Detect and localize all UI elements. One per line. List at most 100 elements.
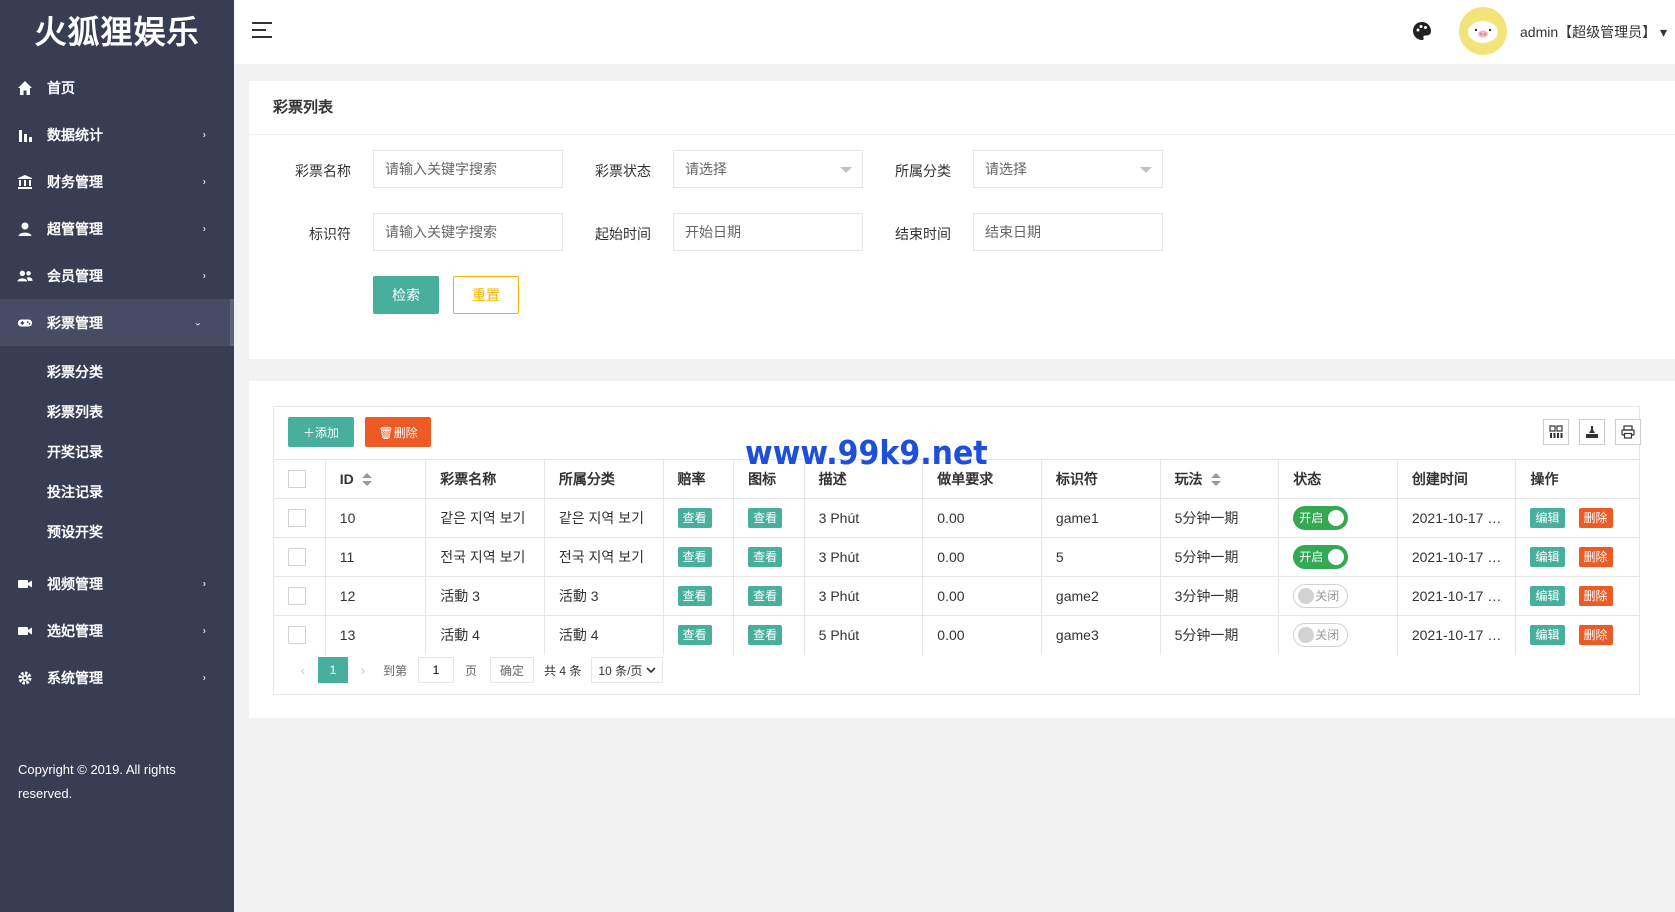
row-select-cell [274,498,326,538]
row-checkbox[interactable] [288,587,306,606]
sort-icon[interactable] [361,473,372,487]
cell-id: 12 [324,576,426,616]
next-page-icon[interactable]: › [348,662,378,678]
sidebar-item-label: 彩票管理 [47,314,103,331]
delete-button[interactable]: 删除 [1578,508,1613,528]
view-odds-button[interactable]: 查看 [677,625,712,646]
cell-identifier: 5 [1040,537,1161,577]
avatar[interactable] [1459,7,1507,55]
sidebar-item-statistics[interactable]: 数据统计 › [0,111,234,158]
column-header-identifier: 标识符 [1040,459,1161,499]
sidebar-item-lottery[interactable]: 彩票管理 ⌄ [0,299,234,346]
table-panel: ＋添加 🗑删除 ID 彩票名称 所属分类 赔率 图标 描述 做单要求 标识符 玩… [249,381,1675,718]
status-toggle[interactable]: 开启 [1293,545,1349,569]
end-date-input[interactable] [973,213,1163,251]
delete-button[interactable]: 删除 [1578,625,1613,646]
sidebar-item-admins[interactable]: 超管管理 › [0,205,234,252]
row-select-cell [274,537,326,577]
submenu-lottery-list[interactable]: 彩票列表 [0,392,234,432]
caret-down-icon [1140,167,1152,173]
palette-icon[interactable] [1411,20,1433,42]
cell-name: 活動 3 [425,576,545,616]
cell-status: 关闭 [1278,576,1398,616]
status-toggle[interactable]: 关闭 [1293,584,1349,608]
columns-filter-icon[interactable] [1543,419,1569,445]
edit-button[interactable]: 编辑 [1530,547,1565,567]
sidebar-item-finance[interactable]: 财务管理 › [0,158,234,205]
submenu-lottery-category[interactable]: 彩票分类 [0,352,234,392]
column-header-play[interactable]: 玩法 [1159,459,1279,499]
view-icon-button[interactable]: 查看 [748,547,783,567]
view-odds-button[interactable]: 查看 [677,586,712,606]
search-button[interactable]: 检索 [373,276,439,314]
top-header: admin【超级管理员】 ▾ [234,0,1675,64]
menu-toggle-icon[interactable] [252,22,272,38]
edit-button[interactable]: 编辑 [1530,625,1565,646]
status-toggle-label: 开启 [1299,550,1324,564]
batch-delete-button[interactable]: 🗑删除 [365,417,431,447]
view-odds-button[interactable]: 查看 [677,547,712,567]
lottery-status-value: 请选择 [685,161,727,177]
sidebar-item-concubine[interactable]: 选妃管理 › [0,607,234,654]
delete-button[interactable]: 删除 [1578,586,1613,606]
app-logo: 火狐狸娱乐 [34,14,200,50]
category-select[interactable]: 请选择 [973,150,1163,188]
sidebar-item-label: 财务管理 [47,173,103,190]
cell-status: 开启 [1278,498,1398,538]
lottery-status-select[interactable]: 请选择 [673,150,863,188]
add-button[interactable]: ＋添加 [288,417,354,447]
cell-order-requirement: 0.00 [922,537,1042,577]
sort-icon[interactable] [1210,473,1221,487]
prev-page-icon[interactable]: ‹ [288,662,318,678]
cell-actions: 编辑 删除 [1515,615,1639,655]
goto-confirm-button[interactable]: 确定 [490,657,535,683]
column-header-id[interactable]: ID [324,459,426,499]
toggle-knob [1298,588,1315,604]
status-toggle[interactable]: 开启 [1293,506,1349,530]
total-count: 共 4 条 [544,663,582,678]
view-icon-button[interactable]: 查看 [748,508,783,528]
sidebar-item-system[interactable]: 系统管理 › [0,654,234,701]
print-icon[interactable] [1615,419,1641,445]
column-header-created: 创建时间 [1396,459,1516,499]
row-checkbox[interactable] [288,548,306,567]
edit-button[interactable]: 编辑 [1530,586,1565,606]
cell-created: 2021-10-17 1... [1396,576,1516,616]
view-odds-button[interactable]: 查看 [677,508,712,528]
submenu-bet-records[interactable]: 投注记录 [0,472,234,512]
toggle-knob [1328,510,1345,526]
view-icon-button[interactable]: 查看 [748,586,783,606]
cell-order-requirement: 0.00 [922,615,1042,655]
sidebar-item-video[interactable]: 视频管理 › [0,560,234,607]
submenu-draw-records[interactable]: 开奖记录 [0,432,234,472]
row-checkbox[interactable] [288,626,306,645]
column-header-actions: 操作 [1515,459,1639,499]
admin-user-menu[interactable]: admin【超级管理员】 ▾ [1520,22,1667,42]
reset-button[interactable]: 重置 [453,276,519,314]
submenu-preset-draw[interactable]: 预设开奖 [0,512,234,552]
sidebar-item-home[interactable]: 首页 [0,64,234,111]
cell-identifier: game1 [1040,498,1161,538]
sidebar-item-label: 会员管理 [47,267,103,284]
goto-page-input[interactable] [418,657,455,683]
page-size-select[interactable]: 10 条/页 [591,657,663,683]
table-row: 11 전국 지역 보기 전국 지역 보기 查看 查看 3 Phút 0.00 5 5分钟一期 开启… [274,537,1639,577]
row-checkbox[interactable] [288,509,306,528]
identifier-input[interactable] [373,213,563,251]
start-date-input[interactable] [673,213,863,251]
cell-name: 같은 지역 보기 [425,498,545,538]
delete-button[interactable]: 删除 [1578,547,1613,567]
select-all-checkbox[interactable] [288,470,306,489]
sidebar-item-members[interactable]: 会员管理 › [0,252,234,299]
edit-button[interactable]: 编辑 [1530,508,1565,528]
cell-id: 13 [324,615,426,655]
page-number-current[interactable]: 1 [318,657,348,683]
view-icon-button[interactable]: 查看 [748,625,783,646]
cell-identifier: game3 [1040,615,1161,655]
cell-order-requirement: 0.00 [922,498,1042,538]
status-toggle[interactable]: 关闭 [1293,623,1349,648]
lottery-name-input[interactable] [373,150,563,188]
caret-down-icon [840,167,852,173]
cell-icon: 查看 [733,615,805,655]
export-icon[interactable] [1579,419,1605,445]
